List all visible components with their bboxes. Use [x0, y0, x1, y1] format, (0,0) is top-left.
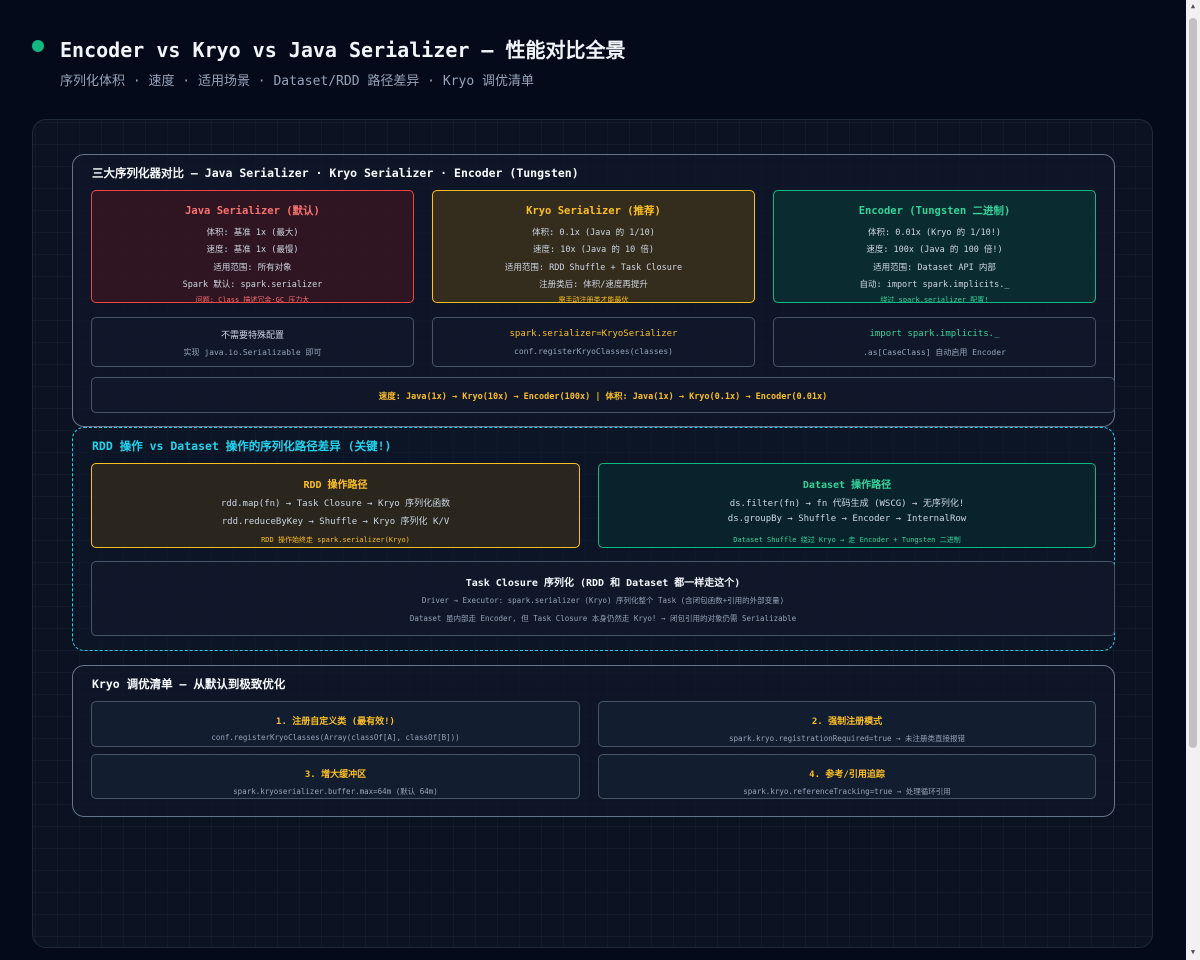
tuning-tip-card: 1. 注册自定义类 (最有效!) conf.registerKryoClasse…	[91, 701, 580, 747]
java-card-title: Java Serializer (默认)	[185, 205, 320, 217]
tuning-panel-title: Kryo 调优清单 — 从默认到极致优化	[92, 677, 286, 691]
tuning-tip-detail: conf.registerKryoClasses(Array(classOf[A…	[211, 733, 460, 742]
tuning-tip-title: 3. 增大缓冲区	[304, 770, 367, 780]
java-card-line: 适用范围: 所有对象	[213, 263, 292, 273]
tuning-tip-title: 2. 强制注册模式	[811, 717, 883, 727]
encoder-card-line: 自动: import spark.implicits._	[859, 280, 1010, 290]
encoder-card: Encoder (Tungsten 二进制) 体积: 0.01x (Kryo 的…	[773, 190, 1096, 303]
kryo-tuning-panel: Kryo 调优清单 — 从默认到极致优化 1. 注册自定义类 (最有效!) co…	[72, 665, 1115, 817]
tuning-tip-detail: spark.kryo.registrationRequired=true → 未…	[728, 734, 966, 743]
kryo-config-title: spark.serializer=KryoSerializer	[509, 329, 678, 339]
scroll-up-arrow-icon[interactable]: ▲	[1188, 2, 1198, 10]
tuning-tip-title: 4. 参考/引用追踪	[809, 770, 885, 780]
kryo-card-title: Kryo Serializer (推荐)	[526, 205, 661, 217]
rdd-path-line: rdd.reduceByKey → Shuffle → Kryo 序列化 K/V	[221, 517, 450, 527]
rdd-path-title: RDD 操作路径	[303, 480, 368, 491]
speed-size-summary-bar: 速度: Java(1x) → Kryo(10x) → Encoder(100x)…	[91, 377, 1115, 413]
java-serializer-card: Java Serializer (默认) 体积: 基准 1x (最大) 速度: …	[91, 190, 414, 303]
java-card-line: 速度: 基准 1x (最慢)	[206, 245, 299, 255]
serialization-path-panel: RDD 操作 vs Dataset 操作的序列化路径差异 (关键!) RDD 操…	[72, 427, 1115, 651]
java-config-detail: 实现 java.io.Serializable 即可	[183, 348, 322, 357]
comparison-panel-title: 三大序列化器对比 — Java Serializer · Kryo Serial…	[92, 166, 579, 180]
java-card-line: Spark 默认: spark.serializer	[182, 280, 323, 290]
tuning-tip-card: 2. 强制注册模式 spark.kryo.registrationRequire…	[598, 701, 1096, 747]
status-dot-icon	[32, 40, 44, 52]
kryo-card-note: 需手动注册类才能最优	[558, 296, 629, 303]
dataset-path-note: Dataset Shuffle 绕过 Kryo → 走 Encoder + Tu…	[733, 536, 961, 544]
encoder-config-detail: .as[CaseClass] 自动启用 Encoder	[863, 348, 1006, 357]
kryo-card-line: 速度: 10x (Java 的 10 倍)	[533, 245, 654, 255]
kryo-config-detail: conf.registerKryoClasses(classes)	[514, 347, 673, 356]
encoder-config-title: import spark.implicits._	[869, 329, 1000, 339]
page-subtitle: 序列化体积 · 速度 · 适用场景 · Dataset/RDD 路径差异 · K…	[60, 74, 534, 89]
dataset-path-line: ds.groupBy → Shuffle → Encoder → Interna…	[727, 514, 967, 524]
kryo-serializer-card: Kryo Serializer (推荐) 体积: 0.1x (Java 的 1/…	[432, 190, 755, 303]
java-card-note: 问题: Class 描述冗余·GC 压力大	[195, 296, 310, 303]
kryo-card-line: 适用范围: RDD Shuffle + Task Closure	[504, 263, 683, 273]
java-card-line: 体积: 基准 1x (最大)	[206, 228, 299, 238]
speed-size-summary: 速度: Java(1x) → Kryo(10x) → Encoder(100x)…	[378, 392, 828, 402]
task-closure-line: Dataset 虽内部走 Encoder, 但 Task Closure 本身仍…	[409, 614, 797, 623]
kryo-card-line: 体积: 0.1x (Java 的 1/10)	[532, 228, 655, 238]
path-panel-title: RDD 操作 vs Dataset 操作的序列化路径差异 (关键!)	[92, 439, 392, 453]
encoder-config-box: import spark.implicits._ .as[CaseClass] …	[773, 317, 1096, 367]
page-title: Encoder vs Kryo vs Java Serializer — 性能对…	[60, 38, 626, 62]
java-config-title: 不需要特殊配置	[220, 331, 284, 341]
kryo-config-box: spark.serializer=KryoSerializer conf.reg…	[432, 317, 755, 367]
kryo-card-line: 注册类后: 体积/速度再提升	[539, 280, 648, 290]
dataset-path-title: Dataset 操作路径	[802, 480, 892, 491]
rdd-path-card: RDD 操作路径 rdd.map(fn) → Task Closure → Kr…	[91, 463, 580, 548]
tuning-tip-card: 4. 参考/引用追踪 spark.kryo.referenceTracking=…	[598, 754, 1096, 799]
dataset-path-card: Dataset 操作路径 ds.filter(fn) → fn 代码生成 (WS…	[598, 463, 1096, 548]
encoder-card-line: 体积: 0.01x (Kryo 的 1/10!)	[868, 228, 1001, 238]
rdd-path-note: RDD 操作始终走 spark.serializer(Kryo)	[261, 536, 410, 544]
task-closure-title: Task Closure 序列化 (RDD 和 Dataset 都一样走这个)	[465, 578, 741, 589]
tuning-tip-title: 1. 注册自定义类 (最有效!)	[276, 717, 395, 727]
encoder-card-note: 绕过 spark.serializer 配置!	[880, 296, 989, 303]
encoder-card-line: 速度: 100x (Java 的 100 倍!)	[866, 245, 1003, 255]
dataset-path-line: ds.filter(fn) → fn 代码生成 (WSCG) → 无序列化!	[729, 499, 965, 509]
serializer-comparison-panel: 三大序列化器对比 — Java Serializer · Kryo Serial…	[72, 154, 1115, 427]
encoder-card-title: Encoder (Tungsten 二进制)	[858, 205, 1011, 217]
tuning-tip-card: 3. 增大缓冲区 spark.kryoserializer.buffer.max…	[91, 754, 580, 799]
rdd-path-line: rdd.map(fn) → Task Closure → Kryo 序列化函数	[220, 499, 451, 509]
diagram-canvas: 三大序列化器对比 — Java Serializer · Kryo Serial…	[32, 119, 1153, 948]
task-closure-box: Task Closure 序列化 (RDD 和 Dataset 都一样走这个) …	[91, 561, 1115, 636]
scroll-down-arrow-icon[interactable]: ▼	[1188, 948, 1198, 956]
task-closure-line: Driver → Executor: spark.serializer (Kry…	[421, 596, 785, 605]
java-config-box: 不需要特殊配置 实现 java.io.Serializable 即可	[91, 317, 414, 367]
scrollbar-thumb[interactable]	[1189, 18, 1197, 748]
tuning-tip-detail: spark.kryoserializer.buffer.max=64m (默认 …	[233, 787, 438, 796]
encoder-card-line: 适用范围: Dataset API 内部	[873, 263, 996, 273]
tuning-tip-detail: spark.kryo.referenceTracking=true → 处理循环…	[743, 787, 951, 796]
